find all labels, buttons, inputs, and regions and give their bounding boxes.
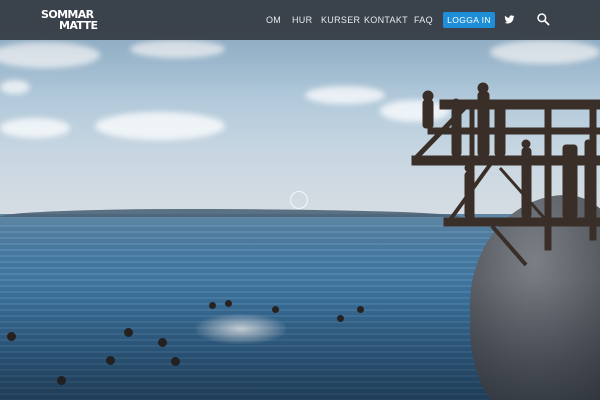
- top-navbar: SOMMAR MATTE OM HUR KURSER KONTAKT FAQ L…: [0, 0, 600, 40]
- site-logo[interactable]: SOMMAR MATTE: [41, 9, 98, 32]
- twitter-icon[interactable]: [504, 14, 515, 25]
- logo-line-2: MATTE: [59, 19, 98, 32]
- nav-item-faq[interactable]: FAQ: [414, 15, 433, 25]
- hero-image: [0, 0, 600, 400]
- nav-item-kurser[interactable]: KURSER: [321, 15, 360, 25]
- nav-item-kontakt[interactable]: KONTAKT: [364, 15, 408, 25]
- login-button[interactable]: LOGGA IN: [443, 12, 495, 28]
- nav-item-hur[interactable]: HUR: [292, 15, 312, 25]
- search-icon[interactable]: [536, 12, 550, 26]
- loading-spinner-icon: [290, 191, 308, 209]
- nav-item-om[interactable]: OM: [266, 15, 281, 25]
